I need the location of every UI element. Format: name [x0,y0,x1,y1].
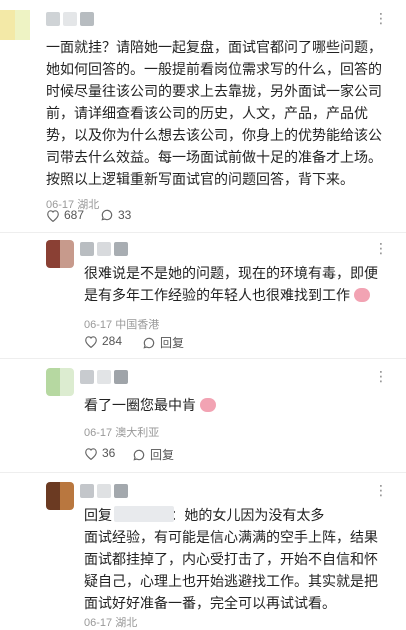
comment-line: 很难说是不是她的问题，现在的环境有毒，即便 [84,265,378,281]
like-button[interactable]: 284 [84,334,122,348]
like-count: 284 [102,334,123,348]
avatar[interactable] [46,240,74,268]
like-button[interactable]: 36 [84,446,115,460]
comment-line: 疑自己，心理上也开始逃避找工作。其实就是把 [84,573,378,589]
reply-button[interactable]: 33 [100,208,131,222]
avatar[interactable] [0,10,30,40]
comment-line: 按照以上逻辑重新写面试官的问题回答，背下来。 [46,171,354,187]
comment-line: 面试经验，有可能是信心满满的空手上阵，结果 [84,529,378,545]
comment-3: ⋮ 看了一圈您最中肯 06-17 澳大利亚 36 回复 [0,362,406,472]
pig-emoji-icon [353,288,370,302]
comment-4: ⋮ 回复 ：她的女儿因为没有太多 面试经验，有可能是信心满满的空手上阵，结果 面… [0,476,406,629]
comment-line: 前，请详细查看该公司的历史，人文，产品，产品优 [46,105,368,121]
avatar[interactable] [46,482,74,510]
comment-line: 是有多年工作经验的年轻人也很难找到工作 [84,284,400,306]
comment-line: 看了一圈您最中肯 [84,394,400,416]
username-blurred[interactable] [80,242,128,258]
comment-text: 很难说是不是她的问题，现在的环境有毒，即便 是有多年工作经验的年轻人也很难找到工… [84,262,400,306]
reply-button[interactable]: 回复 [142,334,184,351]
heart-icon [85,447,97,460]
avatar[interactable] [46,368,74,396]
comment-bubble-icon [133,449,145,461]
comment-text: 看了一圈您最中肯 [84,394,400,416]
mention-blurred[interactable] [114,506,174,522]
divider [0,358,406,359]
reply-label: 回复 [160,336,185,350]
comment-bubble-icon [143,337,155,349]
comment-bubble-icon [101,209,113,221]
heart-icon [85,335,97,348]
like-count: 36 [102,446,116,460]
comment-line: 面试都挂掉了，内心受打击了，开始不自信和怀 [84,551,378,567]
comment-meta: 06-17 中国香港 [84,319,160,331]
comment-text: 一面就挂？请陪她一起复盘，面试官都问了哪些问题， 她如何回答的。一般提前看岗位需… [46,36,396,190]
comment-2: ⋮ 很难说是不是她的问题，现在的环境有毒，即便 是有多年工作经验的年轻人也很难找… [0,234,406,354]
like-count: 687 [64,208,85,222]
more-options-icon[interactable]: ⋮ [374,482,388,499]
pig-emoji-icon [199,398,216,412]
comment-meta: 06-17 澳大利亚 [84,427,160,439]
reply-label: 回复 [150,448,175,462]
username-blurred[interactable] [80,484,128,500]
reply-count: 33 [118,208,132,222]
heart-icon [47,209,59,222]
username-blurred[interactable] [46,12,94,28]
more-options-icon[interactable]: ⋮ [374,10,388,27]
comment-line: 时候尽量往该公司的要求上去靠拢，另外面试一家公司 [46,83,382,99]
comment-1: ⋮ 一面就挂？请陪她一起复盘，面试官都问了哪些问题， 她如何回答的。一般提前看岗… [0,0,406,230]
comment-meta: 06-17 湖北 [84,617,138,629]
divider [0,232,406,233]
username-blurred[interactable] [80,370,128,386]
more-options-icon[interactable]: ⋮ [374,240,388,257]
comment-line: 一面就挂？请陪她一起复盘，面试官都问了哪些问题， [46,39,382,55]
comment-line: 面试好好准备一番，完全可以再试试看。 [84,595,336,611]
more-options-icon[interactable]: ⋮ [374,368,388,385]
divider [0,472,406,473]
like-button[interactable]: 687 [46,208,84,222]
reply-button[interactable]: 回复 [132,446,174,463]
comment-line: 她如何回答的。一般提前看岗位需求写的什么，回答的 [46,61,382,77]
comment-line: 势，以及你为什么想去该公司，你身上的优势能给该公 [46,127,382,143]
comment-line: 司带去什么效益。每一场面试前做十足的准备才上场。 [46,149,382,165]
